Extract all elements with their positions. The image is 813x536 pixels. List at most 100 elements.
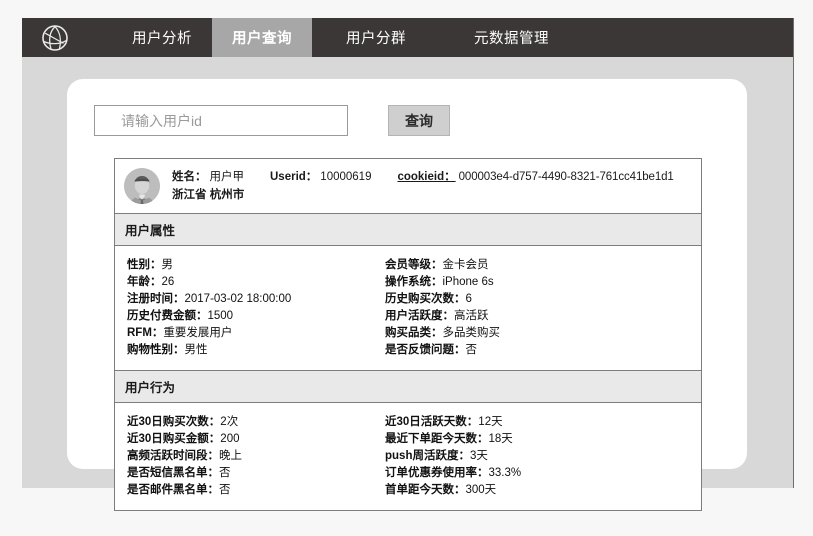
- tab-user-query[interactable]: 用户查询: [212, 18, 312, 57]
- tab-user-segmentation[interactable]: 用户分群: [326, 18, 426, 57]
- behavior-row: 最近下单距今天数：18天: [385, 431, 701, 448]
- top-navbar: 用户分析 用户查询 用户分群 元数据管理: [22, 18, 793, 57]
- attribute-value: iPhone 6s: [442, 276, 494, 288]
- user-location: 浙江省 杭州市: [172, 188, 245, 201]
- section-body-attributes: 性别：男 年龄：26 注册时间：2017-03-02 18:00:00 历史付费…: [115, 246, 701, 370]
- section-header-attributes: 用户属性: [115, 213, 701, 246]
- attribute-value: 6: [465, 293, 472, 305]
- attribute-key: 用户活跃度：: [385, 310, 454, 322]
- name-value: 用户甲: [209, 170, 245, 183]
- attribute-row: 购物性别：男性: [127, 342, 377, 359]
- attribute-row: 年龄：26: [127, 274, 377, 291]
- attribute-key: 历史付费金额：: [127, 310, 208, 322]
- search-row: 查询: [94, 105, 450, 136]
- behavior-value: 2次: [220, 416, 239, 428]
- behavior-value: 12天: [478, 416, 503, 428]
- user-profile-header: 姓名： 用户甲 Userid： 10000619 cookieid： 00000…: [115, 159, 701, 213]
- behavior-right-column: 近30日活跃天数：12天 最近下单距今天数：18天 push周活跃度：3天 订单…: [377, 414, 701, 499]
- behavior-key: push周活跃度：: [385, 450, 470, 462]
- attribute-row: 是否反馈问题：否: [385, 342, 701, 359]
- tab-metadata-management[interactable]: 元数据管理: [454, 18, 569, 57]
- behavior-row: 首单距今天数：300天: [385, 482, 701, 499]
- behavior-row: push周活跃度：3天: [385, 448, 701, 465]
- nav-tab-list: 用户分析 用户查询 用户分群 元数据管理: [88, 18, 569, 57]
- behavior-key: 最近下单距今天数：: [385, 433, 489, 445]
- attribute-key: 注册时间：: [127, 293, 185, 305]
- behavior-key: 是否短信黑名单：: [127, 467, 219, 479]
- attribute-key: 会员等级：: [385, 259, 443, 271]
- behavior-row: 近30日购买次数：2次: [127, 414, 377, 431]
- name-label: 姓名：: [172, 170, 207, 183]
- search-button[interactable]: 查询: [388, 105, 450, 136]
- behavior-row: 近30日购买金额：200: [127, 431, 377, 448]
- attribute-key: 购物性别：: [127, 344, 185, 356]
- behavior-key: 是否邮件黑名单：: [127, 484, 219, 496]
- tab-user-analysis[interactable]: 用户分析: [112, 18, 212, 57]
- behavior-key: 近30日购买金额：: [127, 433, 221, 445]
- attribute-row: 历史付费金额：1500: [127, 308, 377, 325]
- behavior-value: 33.3%: [488, 467, 522, 479]
- tab-label: 元数据管理: [474, 31, 549, 47]
- attribute-key: 购买品类：: [385, 327, 443, 339]
- attribute-value: 男: [161, 259, 174, 271]
- attribute-key: RFM：: [127, 327, 164, 339]
- attributes-right-column: 会员等级：金卡会员 操作系统：iPhone 6s 历史购买次数：6 用户活跃度：…: [377, 257, 701, 359]
- attribute-value: 男性: [184, 344, 208, 356]
- avatar: [124, 168, 160, 204]
- attribute-key: 是否反馈问题：: [385, 344, 466, 356]
- behavior-value: 否: [219, 484, 231, 496]
- behavior-key: 高频活跃时间段：: [127, 450, 219, 462]
- app-logo: [22, 18, 88, 57]
- behavior-row: 近30日活跃天数：12天: [385, 414, 701, 431]
- behavior-row: 是否邮件黑名单：否: [127, 482, 377, 499]
- content-pane: 查询: [22, 57, 793, 511]
- behavior-row: 是否短信黑名单：否: [127, 465, 377, 482]
- behavior-row: 高频活跃时间段：晚上: [127, 448, 377, 465]
- attribute-value: 高活跃: [454, 310, 489, 322]
- attribute-key: 历史购买次数：: [385, 293, 466, 305]
- userid-value: 10000619: [320, 170, 372, 183]
- attribute-row: 性别：男: [127, 257, 377, 274]
- attribute-value: 多品类购买: [442, 327, 501, 339]
- behavior-key: 近30日活跃天数：: [385, 416, 479, 428]
- user-avatar-icon: [124, 168, 160, 204]
- attribute-value: 重要发展用户: [163, 327, 233, 339]
- globe-network-logo-icon: [41, 24, 69, 52]
- behavior-key: 订单优惠券使用率：: [385, 467, 489, 479]
- tab-label: 用户查询: [232, 31, 292, 47]
- user-result-card: 姓名： 用户甲 Userid： 10000619 cookieid： 00000…: [114, 158, 702, 511]
- attribute-row: 会员等级：金卡会员: [385, 257, 701, 274]
- attribute-row: 购买品类：多品类购买: [385, 325, 701, 342]
- user-profile-text: 姓名： 用户甲 Userid： 10000619 cookieid： 00000…: [172, 169, 674, 204]
- attribute-value: 26: [161, 276, 175, 288]
- tab-label: 用户分群: [346, 31, 406, 47]
- attributes-left-column: 性别：男 年龄：26 注册时间：2017-03-02 18:00:00 历史付费…: [115, 257, 377, 359]
- behavior-left-column: 近30日购买次数：2次 近30日购买金额：200 高频活跃时间段：晚上 是否短信…: [115, 414, 377, 499]
- attribute-row: 注册时间：2017-03-02 18:00:00: [127, 291, 377, 308]
- behavior-value: 晚上: [219, 450, 242, 462]
- behavior-value: 300天: [465, 484, 497, 496]
- user-identity-line: 姓名： 用户甲 Userid： 10000619 cookieid： 00000…: [172, 169, 674, 186]
- attribute-value: 金卡会员: [442, 259, 489, 271]
- tab-label: 用户分析: [132, 31, 192, 47]
- attribute-key: 年龄：: [127, 276, 162, 288]
- attribute-key: 性别：: [127, 259, 162, 271]
- section-body-behavior: 近30日购买次数：2次 近30日购买金额：200 高频活跃时间段：晚上 是否短信…: [115, 403, 701, 510]
- attribute-row: 历史购买次数：6: [385, 291, 701, 308]
- attribute-value: 1500: [207, 310, 234, 322]
- query-panel: 查询: [67, 79, 747, 511]
- attribute-row: RFM：重要发展用户: [127, 325, 377, 342]
- behavior-value: 200: [220, 433, 240, 445]
- attribute-value: 2017-03-02 18:00:00: [184, 293, 292, 305]
- attribute-row: 操作系统：iPhone 6s: [385, 274, 701, 291]
- search-input[interactable]: [94, 105, 348, 136]
- section-header-behavior: 用户行为: [115, 370, 701, 403]
- behavior-key: 近30日购买次数：: [127, 416, 221, 428]
- cookieid-value: 000003e4-d757-4490-8321-761cc41be1d1: [458, 170, 674, 183]
- behavior-value: 18天: [488, 433, 513, 445]
- attribute-row: 用户活跃度：高活跃: [385, 308, 701, 325]
- userid-label: Userid：: [270, 170, 318, 183]
- attribute-key: 操作系统：: [385, 276, 443, 288]
- behavior-row: 订单优惠券使用率：33.3%: [385, 465, 701, 482]
- behavior-value: 3天: [469, 450, 488, 462]
